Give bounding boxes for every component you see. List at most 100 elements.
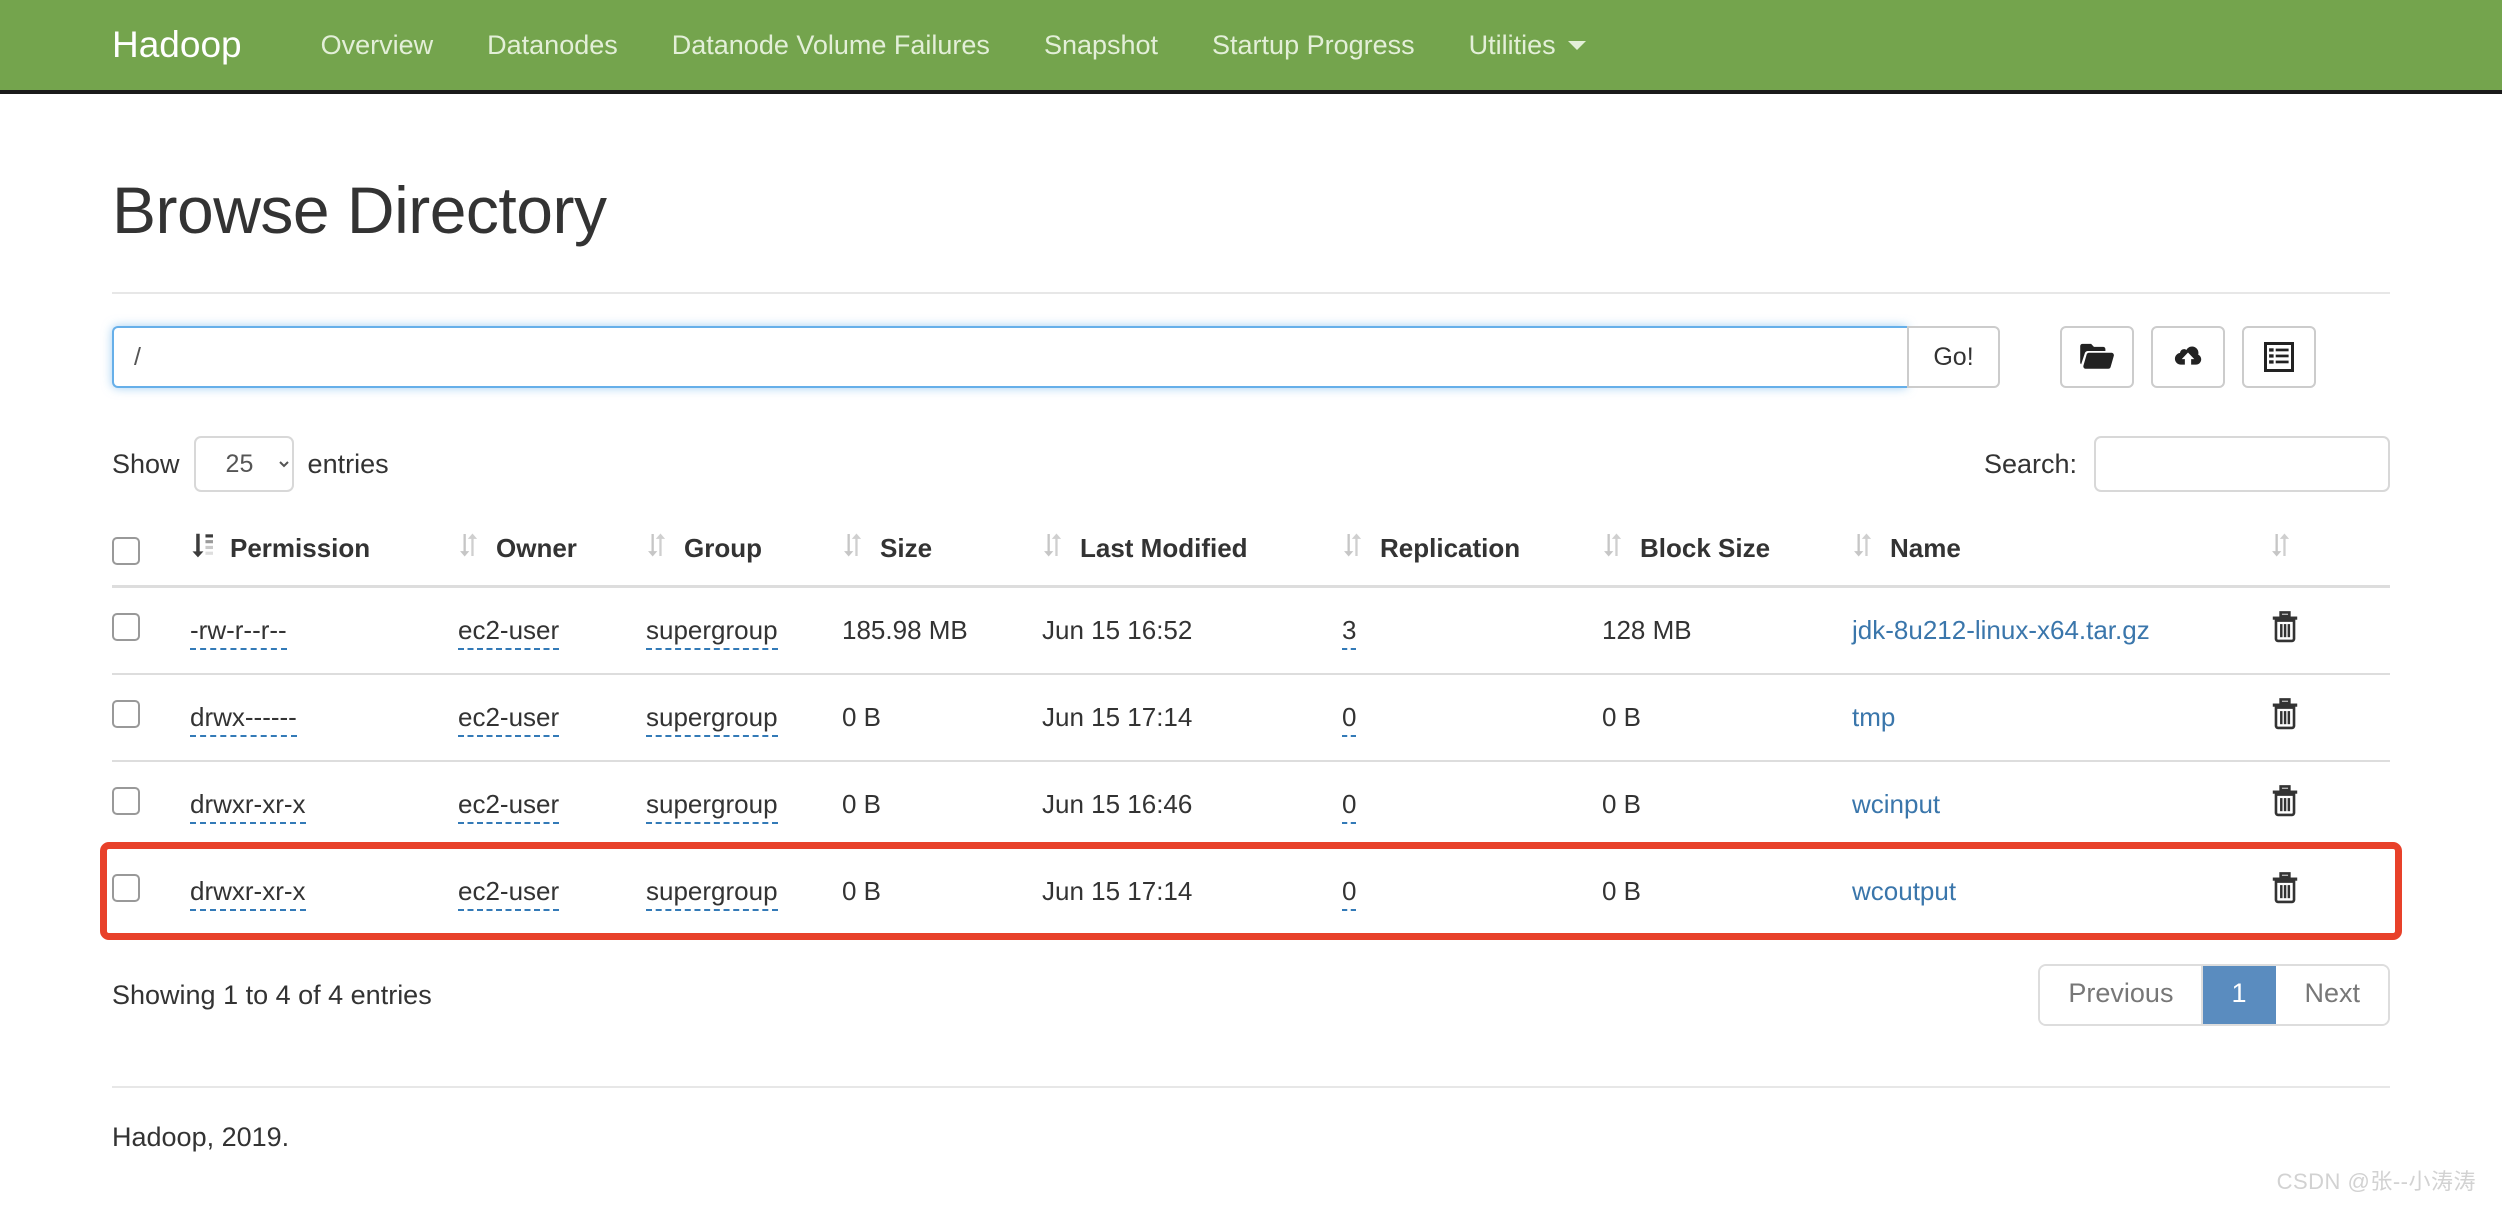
group-value[interactable]: supergroup <box>646 615 778 650</box>
cell-group[interactable]: supergroup <box>646 587 842 675</box>
cell-permission[interactable]: drwx------ <box>190 673 458 761</box>
nav-link-datanodes[interactable]: Datanodes <box>460 30 645 61</box>
th-name[interactable]: Name <box>1852 518 2270 588</box>
th-delete[interactable] <box>2270 518 2390 588</box>
th-group[interactable]: Group <box>646 518 842 588</box>
cell-owner[interactable]: ec2-user <box>458 760 646 848</box>
cut-paste-button[interactable] <box>2242 326 2316 388</box>
cell-permission[interactable]: -rw-r--r-- <box>190 587 458 675</box>
cell-name[interactable]: wcoutput <box>1852 847 2270 934</box>
go-button[interactable]: Go! <box>1907 326 2000 388</box>
table-row[interactable]: -rw-r--r-- ec2-user supergroup 185.98 MB Jun… <box>112 587 2390 675</box>
cell-delete[interactable] <box>2270 760 2390 848</box>
cell-permission[interactable]: drwxr-xr-x <box>190 847 458 934</box>
table-row[interactable]: drwxr-xr-x ec2-user supergroup 0 B Jun 15 17… <box>112 847 2390 934</box>
cell-delete[interactable] <box>2270 673 2390 761</box>
th-block-size[interactable]: Block Size <box>1602 518 1852 588</box>
cell-group[interactable]: supergroup <box>646 760 842 848</box>
cell-delete[interactable] <box>2270 847 2390 934</box>
cell-permission[interactable]: drwxr-xr-x <box>190 760 458 848</box>
row-select-cell[interactable] <box>112 760 190 848</box>
create-directory-button[interactable] <box>2060 326 2134 388</box>
file-name-link[interactable]: jdk-8u212-linux-x64.tar.gz <box>1852 615 2150 645</box>
row-select-cell[interactable] <box>112 587 190 675</box>
cell-group[interactable]: supergroup <box>646 847 842 934</box>
pagination-previous[interactable]: Previous <box>2040 966 2204 1024</box>
size-value: 0 B <box>842 876 882 906</box>
block-size-value: 0 B <box>1602 789 1642 819</box>
th-replication-label: Replication <box>1380 533 1521 563</box>
entries-select[interactable]: 25 <box>193 436 294 492</box>
pagination-next[interactable]: Next <box>2276 966 2388 1024</box>
owner-value[interactable]: ec2-user <box>458 702 560 737</box>
cell-replication[interactable]: 3 <box>1342 587 1602 675</box>
table-controls: Show 25 entries Search: <box>112 436 2390 492</box>
cell-name[interactable]: wcinput <box>1852 760 2270 848</box>
cell-size: 0 B <box>842 673 1042 761</box>
nav-link-utilities[interactable]: Utilities <box>1442 30 1613 61</box>
cell-block-size: 0 B <box>1602 847 1852 934</box>
permission-value[interactable]: drwxr-xr-x <box>190 789 306 824</box>
sort-amount-desc-icon <box>190 532 214 565</box>
upload-file-button[interactable] <box>2151 326 2225 388</box>
path-input[interactable] <box>112 326 1907 388</box>
pagination-page-1[interactable]: 1 <box>2203 966 2277 1024</box>
trash-icon[interactable] <box>2270 698 2300 737</box>
file-name-link[interactable]: wcoutput <box>1852 876 1956 906</box>
row-select-cell[interactable] <box>112 673 190 761</box>
group-value[interactable]: supergroup <box>646 789 778 824</box>
owner-value[interactable]: ec2-user <box>458 615 560 650</box>
size-value: 0 B <box>842 789 882 819</box>
cell-owner[interactable]: ec2-user <box>458 587 646 675</box>
replication-value[interactable]: 0 <box>1342 876 1357 911</box>
cell-owner[interactable]: ec2-user <box>458 673 646 761</box>
brand-hadoop[interactable]: Hadoop <box>112 24 242 66</box>
row-checkbox[interactable] <box>112 613 140 641</box>
nav-link-snapshot[interactable]: Snapshot <box>1017 30 1185 61</box>
th-select-all[interactable] <box>112 518 190 588</box>
nav-link-overview[interactable]: Overview <box>294 30 461 61</box>
th-owner[interactable]: Owner <box>458 518 646 588</box>
permission-value[interactable]: drwxr-xr-x <box>190 876 306 911</box>
trash-icon[interactable] <box>2270 872 2300 911</box>
table-row[interactable]: drwxr-xr-x ec2-user supergroup 0 B Jun 15 16… <box>112 760 2390 848</box>
th-replication[interactable]: Replication <box>1342 518 1602 588</box>
cell-owner[interactable]: ec2-user <box>458 847 646 934</box>
nav-link-datanode-volume-failures[interactable]: Datanode Volume Failures <box>645 30 1017 61</box>
table-row[interactable]: drwx------ ec2-user supergroup 0 B Jun 15 17… <box>112 673 2390 761</box>
row-checkbox[interactable] <box>112 700 140 728</box>
cell-delete[interactable] <box>2270 587 2390 675</box>
show-entries-control: Show 25 entries <box>112 436 389 492</box>
permission-value[interactable]: -rw-r--r-- <box>190 615 287 650</box>
permission-value[interactable]: drwx------ <box>190 702 297 737</box>
trash-icon[interactable] <box>2270 611 2300 650</box>
cell-replication[interactable]: 0 <box>1342 760 1602 848</box>
row-select-cell[interactable] <box>112 847 190 934</box>
th-last-modified[interactable]: Last Modified <box>1042 518 1342 588</box>
cell-name[interactable]: tmp <box>1852 673 2270 761</box>
owner-value[interactable]: ec2-user <box>458 876 560 911</box>
select-all-checkbox[interactable] <box>112 537 140 565</box>
cell-name[interactable]: jdk-8u212-linux-x64.tar.gz <box>1852 587 2270 675</box>
file-name-link[interactable]: wcinput <box>1852 789 1940 819</box>
replication-value[interactable]: 0 <box>1342 789 1357 824</box>
th-permission[interactable]: Permission <box>190 518 458 588</box>
cell-group[interactable]: supergroup <box>646 673 842 761</box>
search-input[interactable] <box>2094 436 2390 492</box>
file-name-link[interactable]: tmp <box>1852 702 1895 732</box>
group-value[interactable]: supergroup <box>646 876 778 911</box>
files-table-body: -rw-r--r-- ec2-user supergroup 185.98 MB Jun… <box>112 587 2390 934</box>
top-navbar: Hadoop Overview Datanodes Datanode Volum… <box>0 0 2502 94</box>
nav-link-startup-progress[interactable]: Startup Progress <box>1185 30 1442 61</box>
row-checkbox[interactable] <box>112 787 140 815</box>
nav-link-utilities-label: Utilities <box>1468 29 1556 60</box>
trash-icon[interactable] <box>2270 785 2300 824</box>
group-value[interactable]: supergroup <box>646 702 778 737</box>
replication-value[interactable]: 3 <box>1342 615 1357 650</box>
th-size[interactable]: Size <box>842 518 1042 588</box>
replication-value[interactable]: 0 <box>1342 702 1357 737</box>
row-checkbox[interactable] <box>112 874 140 902</box>
cell-replication[interactable]: 0 <box>1342 847 1602 934</box>
cell-replication[interactable]: 0 <box>1342 673 1602 761</box>
owner-value[interactable]: ec2-user <box>458 789 560 824</box>
